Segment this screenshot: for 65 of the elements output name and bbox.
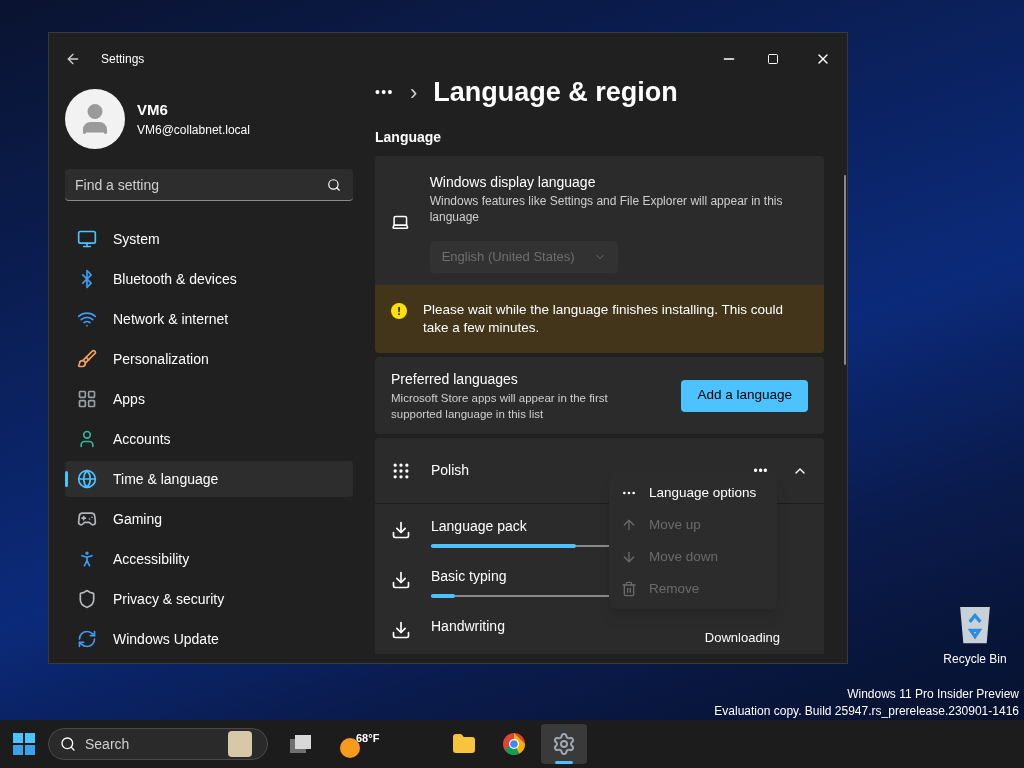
shield-icon xyxy=(77,589,97,609)
card-description: Microsoft Store apps will appear in the first supported language in this list xyxy=(391,391,609,422)
menu-item[interactable]: Language options xyxy=(609,477,777,509)
sidebar-item[interactable]: Network & internet xyxy=(65,301,353,337)
update-icon xyxy=(77,629,97,649)
feature-label: Handwriting xyxy=(431,617,505,636)
scrollbar[interactable] xyxy=(844,175,846,365)
brush-icon xyxy=(77,349,97,369)
gamepad-icon xyxy=(77,509,97,529)
sidebar-item[interactable]: Accessibility xyxy=(65,541,353,577)
card-title: Windows display language xyxy=(429,173,597,192)
language-name: Polish xyxy=(431,461,471,480)
add-language-button[interactable]: Add a language xyxy=(681,379,808,412)
maximize-icon[interactable] xyxy=(767,53,779,65)
apps-icon xyxy=(77,389,97,409)
back-icon[interactable] xyxy=(65,51,81,67)
feature-label: Language pack xyxy=(431,517,527,536)
warning-icon: ! xyxy=(391,303,407,319)
window-title: Settings xyxy=(101,51,146,68)
weather-temperature[interactable]: 68°F xyxy=(356,730,380,747)
search-icon xyxy=(327,178,341,192)
find-setting-field[interactable]: Find a setting xyxy=(65,169,353,201)
folder-icon xyxy=(452,732,477,756)
sidebar-item[interactable]: Time & language xyxy=(65,461,353,497)
active-app-indicator xyxy=(555,761,574,764)
arrow-down-icon xyxy=(621,549,637,565)
sidebar-item[interactable]: Personalization xyxy=(65,341,353,377)
desktop-icon-label: Recycle Bin xyxy=(943,651,1007,668)
taskbar-search-field[interactable]: Search xyxy=(48,728,268,760)
sidebar-item[interactable]: Privacy & security xyxy=(65,581,353,617)
download-icon xyxy=(391,620,411,640)
gear-icon xyxy=(552,732,577,756)
breadcrumb-separator: › xyxy=(409,78,418,107)
browser-icon xyxy=(502,732,527,756)
account-email: VM6@collabnet.local xyxy=(137,122,250,140)
card-title: Preferred languages xyxy=(391,370,519,389)
trash-icon xyxy=(621,581,637,597)
download-icon xyxy=(391,520,411,540)
search-icon xyxy=(60,736,76,752)
card-description: Windows features like Settings and File Explorer will appear in this language xyxy=(429,193,784,225)
download-status: Downloading xyxy=(704,629,780,647)
page-title: Language & region xyxy=(433,75,678,109)
build-watermark-text: Windows 11 Pro Insider Preview xyxy=(847,686,1019,703)
monitor-icon xyxy=(77,229,97,249)
start-icon[interactable] xyxy=(12,732,36,756)
download-icon xyxy=(391,570,411,590)
wifi-icon xyxy=(77,309,97,329)
globe-clock-icon xyxy=(77,469,97,489)
sidebar-item[interactable]: Gaming xyxy=(65,501,353,537)
section-title: Language xyxy=(375,128,443,147)
account-name: VM6 xyxy=(137,99,169,120)
sidebar-item[interactable]: System xyxy=(65,221,353,257)
illustration-placeholder xyxy=(228,731,252,757)
warning-text: Please wait while the language finishes installing. This could take a few minutes. xyxy=(423,301,784,337)
taskbar-app[interactable] xyxy=(541,724,588,764)
breadcrumb-overflow[interactable]: ••• xyxy=(375,81,394,103)
sidebar-item[interactable]: Accounts xyxy=(65,421,353,457)
sidebar-item[interactable]: Apps xyxy=(65,381,353,417)
build-watermark-text: Evaluation copy. Build 25947.rs_prerelease.230901-1416 xyxy=(714,703,1019,720)
feature-label: Basic typing xyxy=(431,567,507,586)
sidebar-item[interactable]: Bluetooth & devices xyxy=(65,261,353,297)
task-view-icon[interactable] xyxy=(288,732,312,756)
selection-indicator xyxy=(65,471,68,487)
sidebar-item[interactable]: Windows Update xyxy=(65,621,353,657)
person-icon xyxy=(77,429,97,449)
